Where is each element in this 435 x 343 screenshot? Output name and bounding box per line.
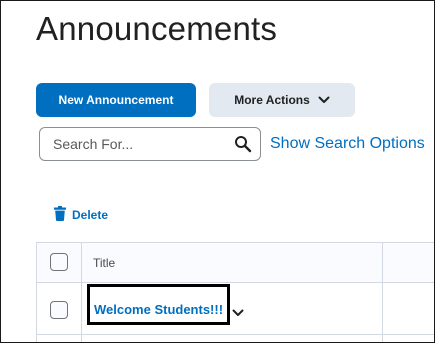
table-header-divider <box>36 282 434 283</box>
more-actions-button[interactable]: More Actions <box>209 83 355 117</box>
screenshot-frame: Announcements New Announcement More Acti… <box>0 0 435 343</box>
new-announcement-button[interactable]: New Announcement <box>36 83 196 117</box>
chevron-down-icon <box>318 96 330 104</box>
show-search-options-link[interactable]: Show Search Options <box>270 135 425 153</box>
search-icon[interactable] <box>234 135 252 153</box>
table-column-divider <box>382 242 383 342</box>
highlight-box <box>87 284 230 325</box>
search-input[interactable] <box>41 129 221 159</box>
delete-label: Delete <box>72 208 109 222</box>
table-row-divider <box>36 334 434 335</box>
trash-icon <box>54 206 66 224</box>
new-announcement-label: New Announcement <box>58 93 174 107</box>
row-checkbox[interactable] <box>50 301 68 319</box>
delete-button[interactable]: Delete <box>54 206 108 224</box>
row-actions-chevron-icon[interactable] <box>232 304 244 322</box>
more-actions-label: More Actions <box>234 93 310 107</box>
search-box <box>39 127 261 161</box>
column-header-title: Title <box>93 256 116 270</box>
table-border-top <box>36 242 434 243</box>
select-all-checkbox[interactable] <box>50 253 68 271</box>
page-title: Announcements <box>36 10 278 47</box>
table-column-divider <box>81 242 82 342</box>
table-border-left <box>36 242 37 342</box>
